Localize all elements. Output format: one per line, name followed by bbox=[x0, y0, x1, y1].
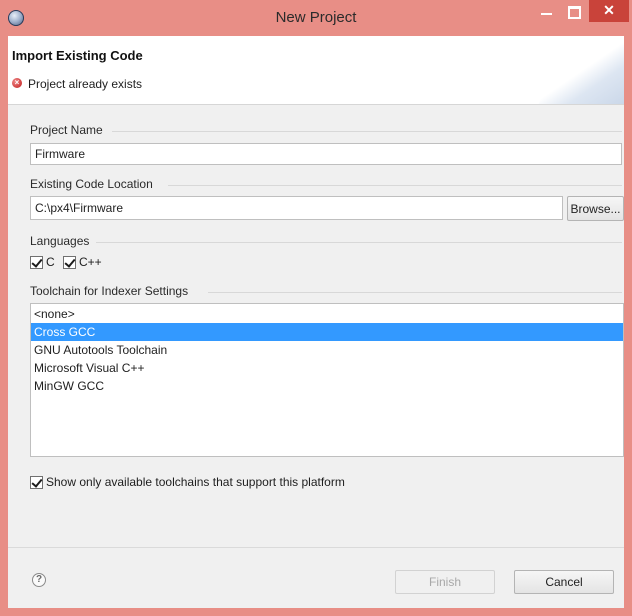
question-icon[interactable]: ? bbox=[32, 573, 46, 587]
language-cpp-label: C++ bbox=[79, 255, 102, 269]
toolchain-divider bbox=[208, 292, 622, 293]
finish-button[interactable]: Finish bbox=[395, 570, 495, 594]
show-available-checkbox[interactable] bbox=[30, 475, 43, 489]
footer-divider bbox=[8, 547, 624, 548]
code-location-input[interactable] bbox=[30, 196, 563, 220]
title-bar[interactable]: New Project ✕ bbox=[0, 0, 632, 36]
language-cpp-checkbox[interactable] bbox=[63, 255, 76, 269]
language-c-label: C bbox=[46, 255, 55, 269]
languages-label: Languages bbox=[30, 234, 90, 248]
browse-button[interactable]: Browse... bbox=[567, 196, 624, 221]
close-button[interactable]: ✕ bbox=[589, 0, 629, 22]
toolchain-item-mingw-gcc[interactable]: MinGW GCC bbox=[31, 377, 623, 395]
maximize-button[interactable] bbox=[561, 0, 587, 22]
dialog-body: Import Existing Code × Project already e… bbox=[8, 36, 624, 608]
show-available-label: Show only available toolchains that supp… bbox=[46, 475, 345, 489]
code-location-divider bbox=[168, 185, 622, 186]
close-icon: ✕ bbox=[603, 2, 615, 18]
cancel-button[interactable]: Cancel bbox=[514, 570, 614, 594]
languages-divider bbox=[96, 242, 622, 243]
wizard-header: Import Existing Code × Project already e… bbox=[8, 36, 624, 105]
project-name-divider bbox=[112, 131, 622, 132]
code-location-label: Existing Code Location bbox=[30, 177, 153, 191]
maximize-icon bbox=[568, 6, 581, 19]
language-c-checkbox[interactable] bbox=[30, 255, 43, 269]
toolchain-label: Toolchain for Indexer Settings bbox=[30, 284, 189, 298]
toolchain-item-none[interactable]: <none> bbox=[31, 305, 623, 323]
language-cpp-option[interactable]: C++ bbox=[63, 255, 102, 269]
error-icon: × bbox=[12, 78, 22, 88]
project-name-input[interactable] bbox=[30, 143, 622, 165]
toolchain-item-cross-gcc[interactable]: Cross GCC bbox=[31, 323, 623, 341]
new-project-window: New Project ✕ Import Existing Code × Pro… bbox=[0, 0, 632, 616]
minimize-button[interactable] bbox=[534, 0, 560, 22]
language-c-option[interactable]: C bbox=[30, 255, 55, 269]
show-available-option[interactable]: Show only available toolchains that supp… bbox=[30, 475, 345, 489]
project-name-label: Project Name bbox=[30, 123, 103, 137]
error-message: Project already exists bbox=[28, 77, 143, 91]
minimize-icon bbox=[541, 13, 552, 15]
toolchain-item-msvc[interactable]: Microsoft Visual C++ bbox=[31, 359, 623, 377]
toolchain-item-gnu-autotools[interactable]: GNU Autotools Toolchain bbox=[31, 341, 623, 359]
header-banner-graphic bbox=[533, 36, 624, 104]
page-title: Import Existing Code bbox=[12, 48, 143, 63]
toolchain-list[interactable]: <none> Cross GCC GNU Autotools Toolchain… bbox=[30, 303, 624, 457]
